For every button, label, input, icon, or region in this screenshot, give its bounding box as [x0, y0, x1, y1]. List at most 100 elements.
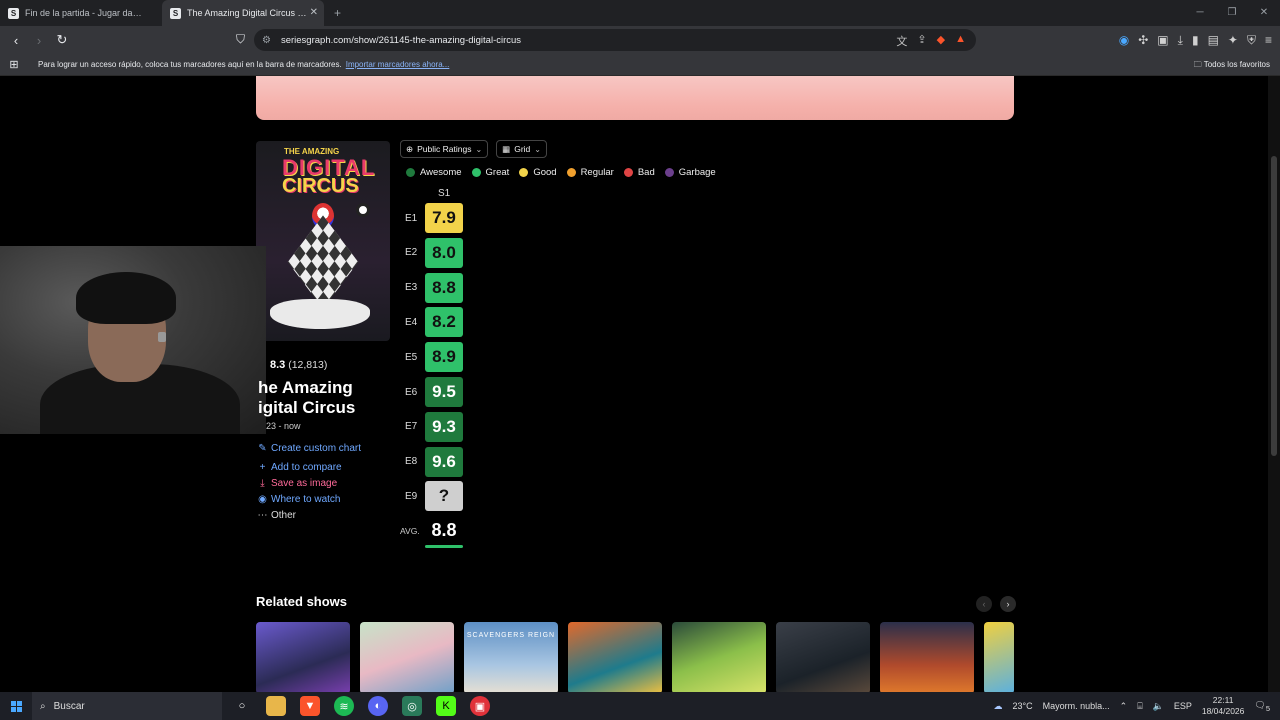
legend-dot: [566, 168, 576, 177]
app-red-icon[interactable]: ▣: [470, 696, 490, 716]
clock-date: 18/04/2026: [1201, 706, 1245, 716]
obs-icon[interactable]: ◎: [402, 696, 422, 716]
translate-icon[interactable]: 文: [896, 33, 907, 49]
view-mode-dropdown[interactable]: ▦ Grid ⌄: [496, 140, 547, 158]
discord-icon[interactable]: ◐: [368, 696, 388, 716]
season-header: S1: [438, 188, 451, 199]
address-bar[interactable]: ⚙ seriesgraph.com/show/261145-the-amazin…: [254, 29, 976, 51]
related-show-thumbnail[interactable]: [568, 622, 662, 692]
show-banner: [256, 76, 1014, 120]
wallet-icon[interactable]: ▤: [1208, 33, 1219, 48]
import-bookmarks-link[interactable]: Importar marcadores ahora...: [346, 60, 450, 69]
related-show-thumbnail[interactable]: [672, 622, 766, 692]
other-link[interactable]: ⋯ Other: [257, 507, 361, 523]
forward-icon[interactable]: ›: [29, 33, 49, 48]
webcam-person-hair: [76, 272, 176, 324]
related-show-thumbnail[interactable]: [880, 622, 974, 692]
episode-row: E6 9.5: [400, 377, 463, 407]
related-show-thumbnail[interactable]: SCAVENGERS REIGN: [464, 622, 558, 692]
volume-icon[interactable]: 🔈: [1153, 701, 1164, 712]
show-years: 23 - now: [266, 421, 301, 431]
legend-label: Awesome: [420, 167, 462, 178]
menu-icon[interactable]: ≡: [1265, 33, 1272, 48]
episode-rating-cell[interactable]: 8.9: [425, 342, 463, 373]
where-to-watch-link[interactable]: ◉ Where to watch: [257, 491, 361, 507]
sidebar-icon[interactable]: ▮: [1192, 33, 1199, 48]
episode-rating-cell[interactable]: 7.9: [425, 203, 463, 233]
network-icon[interactable]: ⌸: [1137, 701, 1142, 712]
page-scrollbar[interactable]: [1268, 76, 1280, 692]
kick-icon[interactable]: K: [436, 696, 456, 716]
file-explorer-icon[interactable]: [266, 696, 286, 716]
show-title-line1: he Amazing: [258, 378, 353, 397]
related-show-thumbnail[interactable]: [984, 622, 1014, 692]
chevron-down-icon: ⌄: [475, 144, 483, 154]
related-show-thumbnail[interactable]: [360, 622, 454, 692]
legend-label: Regular: [580, 167, 614, 178]
downloads-icon[interactable]: ⤓: [1178, 33, 1183, 48]
view-mode-label: Grid: [514, 144, 531, 154]
leo-ai-icon[interactable]: ✦: [1228, 33, 1238, 48]
close-tab-icon[interactable]: ✕: [310, 7, 318, 18]
episode-rating-cell[interactable]: 8.8: [425, 272, 463, 303]
share-icon[interactable]: ⇪: [917, 33, 926, 49]
webcam-overlay: [0, 246, 266, 434]
episode-rating-cell[interactable]: 8.2: [425, 307, 463, 338]
episode-row: E9?: [400, 481, 463, 512]
ratings-mode-dropdown[interactable]: ⊕ Public Ratings ⌄: [400, 140, 489, 158]
related-show-thumbnail[interactable]: [776, 622, 870, 692]
legend-item-great: Great: [471, 167, 509, 178]
language-indicator[interactable]: ESP: [1174, 701, 1192, 711]
episode-label: E4: [405, 316, 418, 328]
tab-game[interactable]: S Fin de la partida - Jugar danasekar00: [0, 0, 162, 26]
avg-bar: [425, 545, 463, 548]
windows-start-icon[interactable]: [0, 700, 32, 712]
notifications-icon[interactable]: 🗨5: [1254, 700, 1270, 713]
ratings-mode-label: Public Ratings: [417, 144, 472, 154]
seriesgraph-favicon-icon: S: [170, 7, 181, 19]
weather-desc: Mayorm. nubla...: [1042, 701, 1110, 711]
download-icon: ⤓: [260, 477, 265, 489]
back-icon[interactable]: ‹: [6, 33, 26, 48]
episode-row: E4 8.2: [400, 307, 463, 338]
close-window-icon[interactable]: ✕: [1248, 0, 1280, 26]
minimize-icon[interactable]: ─: [1184, 0, 1216, 26]
brave-rewards-icon[interactable]: ▲: [955, 33, 966, 49]
task-view-icon[interactable]: ○: [232, 696, 252, 716]
speech-icon[interactable]: ◉: [1119, 33, 1129, 48]
restore-icon[interactable]: ❐: [1216, 0, 1248, 26]
windows-taskbar: ⌕ Buscar ○ ▼ ≋ ◐ ◎ K ▣ ☁ 23°C Mayorm. nu…: [0, 692, 1280, 720]
vpn-icon[interactable]: ⛨: [1247, 33, 1256, 48]
clock[interactable]: 22:11 18/04/2026: [1202, 695, 1245, 717]
webcam-headset: [158, 332, 166, 342]
spotify-icon[interactable]: ≋: [334, 696, 354, 716]
chevron-up-icon[interactable]: ⌃: [1120, 701, 1128, 712]
add-to-compare-link[interactable]: + Add to compare: [257, 459, 361, 475]
episode-rating-cell[interactable]: ?: [425, 481, 463, 512]
tab-seriesgraph[interactable]: S The Amazing Digital Circus ratin ✕: [162, 0, 324, 26]
episode-label: E2: [405, 247, 418, 259]
all-favorites[interactable]: 🗀 Todos los favoritos: [1194, 59, 1270, 73]
scrollbar-thumb[interactable]: [1271, 156, 1277, 456]
create-custom-chart-link[interactable]: ✎ Create custom chart: [257, 440, 361, 456]
episode-rating-cell[interactable]: 8.0: [425, 237, 463, 268]
screenshot-icon[interactable]: ▣: [1157, 33, 1168, 48]
related-show-thumbnail[interactable]: [256, 622, 350, 692]
brave-shields-icon[interactable]: ◆: [937, 33, 945, 49]
apps-grid-icon[interactable]: ⊞: [4, 58, 24, 71]
episode-rating-cell[interactable]: 9.5: [425, 377, 463, 407]
action-label: Save as image: [271, 477, 338, 489]
related-shows-title: Related shows: [256, 594, 348, 609]
site-info-icon[interactable]: ⚙: [262, 35, 271, 46]
new-tab-button[interactable]: +: [324, 0, 351, 26]
reload-icon[interactable]: ↻: [52, 32, 72, 48]
brave-browser-icon[interactable]: ▼: [300, 696, 320, 716]
bookmark-icon[interactable]: ⛉: [236, 32, 245, 47]
extensions-icon[interactable]: ✣: [1138, 33, 1148, 48]
taskbar-search[interactable]: ⌕ Buscar: [32, 692, 222, 720]
save-as-image-link[interactable]: ⤓ Save as image: [257, 475, 361, 491]
episode-rating-cell[interactable]: 9.6: [425, 446, 463, 477]
chevron-left-icon[interactable]: ‹: [976, 596, 992, 612]
chevron-right-icon[interactable]: ›: [1000, 596, 1016, 612]
episode-rating-cell[interactable]: 9.3: [425, 411, 463, 442]
